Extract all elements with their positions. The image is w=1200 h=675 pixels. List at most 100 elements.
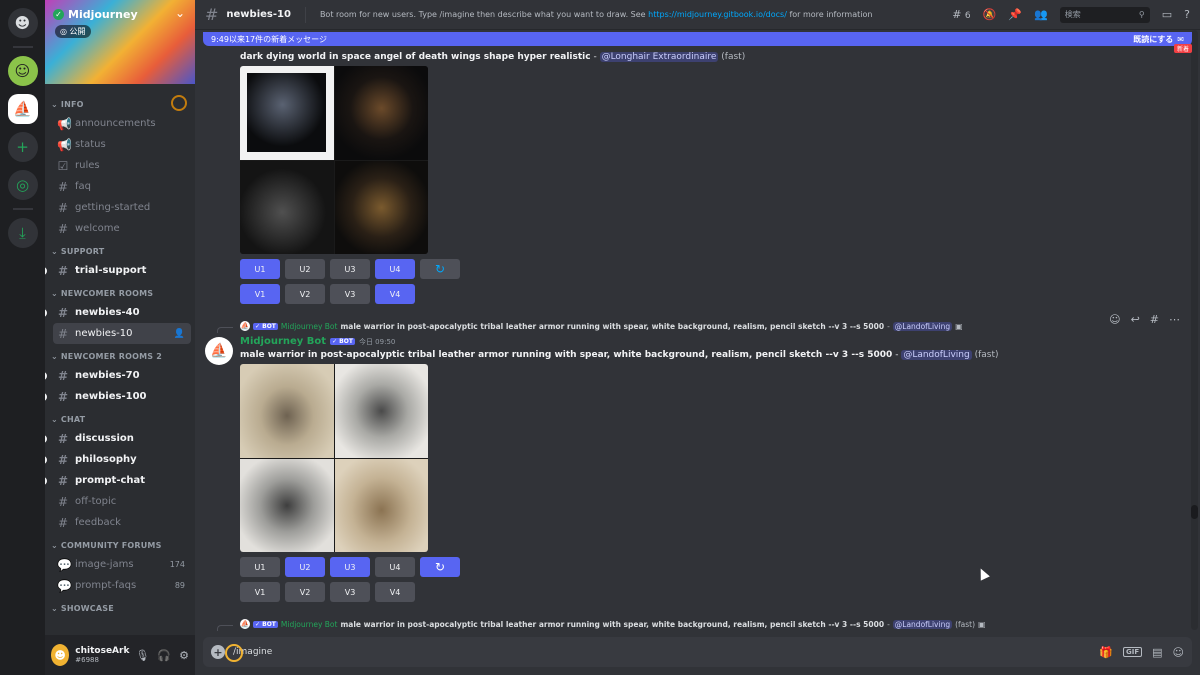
user-info[interactable]: chitoseArk #6988 [75, 646, 129, 665]
sidebar-item-newbies-40[interactable]: # newbies-40 [45, 302, 191, 323]
category-header[interactable]: ⌄ SUPPORT [45, 239, 195, 260]
grid-image-3[interactable] [240, 160, 334, 254]
variation-button-2[interactable]: V2 [285, 582, 325, 602]
grid-image-4[interactable] [334, 458, 428, 552]
inbox-icon[interactable]: ▭ [1162, 8, 1172, 21]
gift-icon[interactable]: 🎁 [1099, 646, 1113, 659]
user-mention[interactable]: @LandofLiving [901, 350, 972, 360]
sidebar-item-feedback[interactable]: # feedback [53, 512, 191, 533]
reply-reference[interactable]: ⛵ ✓ BOT Midjourney Bot male warrior in p… [240, 619, 986, 629]
message-input[interactable]: /imagine [224, 644, 1091, 662]
reply-author[interactable]: Midjourney Bot [281, 322, 338, 331]
sidebar-item-off-topic[interactable]: # off-topic [53, 491, 191, 512]
sidebar-item-newbies-100[interactable]: # newbies-100 [45, 386, 191, 407]
sidebar-item-philosophy[interactable]: # philosophy [45, 449, 191, 470]
category-header[interactable]: ⌄ CHAT [45, 407, 195, 428]
server-banner[interactable]: ✓ Midjourney ⌄ ◎ 公開 [45, 0, 195, 84]
message-author[interactable]: Midjourney Bot [240, 336, 326, 347]
scrollbar[interactable] [1191, 30, 1198, 630]
image-grid[interactable] [240, 66, 428, 254]
midjourney-server-icon[interactable]: ⛵ [7, 94, 38, 124]
variation-button-4[interactable]: V4 [375, 284, 415, 304]
upscale-button-2[interactable]: U2 [285, 557, 325, 577]
variation-button-2[interactable]: V2 [285, 284, 325, 304]
upscale-button-3[interactable]: U3 [330, 259, 370, 279]
variation-button-1[interactable]: V1 [240, 284, 280, 304]
reply-reference[interactable]: ⛵ ✓ BOT Midjourney Bot male warrior in p… [240, 321, 963, 331]
upscale-button-1[interactable]: U1 [240, 557, 280, 577]
member-list-icon[interactable]: 👥 [1034, 8, 1048, 21]
topic-link[interactable]: https://midjourney.gitbook.io/docs/ [648, 10, 787, 19]
reply-mention[interactable]: @LandofLiving [892, 321, 953, 331]
sidebar-item-status[interactable]: 📢 status [53, 134, 191, 155]
sidebar-item-prompt-chat[interactable]: # prompt-chat [45, 470, 191, 491]
image-grid[interactable] [240, 364, 428, 552]
sidebar-item-rules[interactable]: ☑ rules [53, 155, 191, 176]
avatar[interactable]: ☻ [51, 644, 70, 666]
reply-icon[interactable]: ↩ [1131, 313, 1140, 326]
explore-servers-icon[interactable]: ◎ [7, 170, 38, 200]
category-header[interactable]: ⌄ NEWCOMER ROOMS 2 [45, 344, 195, 365]
user-mention[interactable]: @Longhair Extraordinaire [599, 52, 719, 62]
grid-image-1[interactable] [240, 364, 334, 458]
upscale-button-3[interactable]: U3 [330, 557, 370, 577]
category-header[interactable]: ⌄ INFO [45, 92, 195, 113]
variation-button-4[interactable]: V4 [375, 582, 415, 602]
reply-author[interactable]: Midjourney Bot [281, 620, 338, 629]
sidebar-item-faq[interactable]: # faq [53, 176, 191, 197]
threads-button[interactable]: # 6 [952, 8, 970, 21]
sidebar-item-trial-support[interactable]: # trial-support [45, 260, 191, 281]
gear-icon[interactable]: ⚙ [179, 649, 189, 662]
grid-image-1[interactable] [240, 66, 334, 160]
variation-button-3[interactable]: V3 [330, 284, 370, 304]
headphones-icon[interactable]: 🎧 [157, 649, 171, 662]
invite-icon[interactable]: 👤 [174, 329, 185, 339]
grid-image-3[interactable] [240, 458, 334, 552]
sidebar-item-newbies-10[interactable]: # newbies-10 👤 [53, 323, 191, 344]
search-input[interactable]: 検索 ⚲ [1059, 6, 1150, 23]
sidebar-item-newbies-70[interactable]: # newbies-70 [45, 365, 191, 386]
green-face-server-icon[interactable]: ☺ [7, 56, 38, 86]
sidebar-item-announcements[interactable]: 📢 announcements [53, 113, 191, 134]
avatar[interactable]: ⛵ [205, 337, 233, 365]
discord-home-icon[interactable]: ☻ [7, 8, 38, 38]
attach-plus-icon[interactable]: + [211, 645, 225, 659]
chevron-down-icon[interactable]: ⌄ [175, 6, 185, 20]
download-apps-icon[interactable]: ⤓ [7, 218, 38, 248]
reroll-icon[interactable]: ↻ [420, 557, 460, 577]
grid-image-2[interactable] [334, 364, 428, 458]
mute-icon[interactable]: 🎙 [135, 649, 149, 662]
upscale-button-1[interactable]: U1 [240, 259, 280, 279]
upscale-button-4[interactable]: U4 [375, 557, 415, 577]
gif-icon[interactable]: GIF [1122, 647, 1143, 657]
sidebar-item-prompt-faqs[interactable]: 💬 prompt-faqs 89 [53, 575, 191, 596]
help-icon[interactable]: ? [1184, 8, 1190, 21]
new-messages-bar[interactable]: 9:49以来17件の新着メッセージ 既読にする ✉ [203, 32, 1192, 46]
notification-settings-icon[interactable]: 🔕 [983, 8, 997, 21]
server-name[interactable]: ✓ Midjourney [53, 8, 138, 21]
pinned-messages-icon[interactable]: 📌 [1008, 8, 1022, 21]
variation-button-1[interactable]: V1 [240, 582, 280, 602]
add-server-icon[interactable]: + [7, 132, 38, 162]
sidebar-item-discussion[interactable]: # discussion [45, 428, 191, 449]
category-header[interactable]: ⌄ COMMUNITY FORUMS [45, 533, 195, 554]
sticker-icon[interactable]: ▤ [1152, 646, 1162, 659]
reroll-icon[interactable]: ↻ [420, 259, 460, 279]
add-reaction-icon[interactable]: ☺ [1109, 313, 1120, 326]
upscale-button-4[interactable]: U4 [375, 259, 415, 279]
reply-mention[interactable]: @LandofLiving [892, 619, 953, 629]
emoji-icon[interactable]: ☺ [1173, 646, 1184, 659]
sidebar-item-image-jams[interactable]: 💬 image-jams 174 [53, 554, 191, 575]
category-header[interactable]: ⌄ SHOWCASE [45, 596, 195, 617]
mark-as-read-button[interactable]: 既読にする ✉ [1133, 34, 1184, 45]
scrollbar-thumb[interactable] [1191, 505, 1198, 519]
sidebar-item-getting-started[interactable]: # getting-started [53, 197, 191, 218]
category-header[interactable]: ⌄ NEWCOMER ROOMS [45, 281, 195, 302]
sidebar-item-welcome[interactable]: # welcome [53, 218, 191, 239]
more-icon[interactable]: ⋯ [1169, 313, 1180, 326]
grid-image-2[interactable] [334, 66, 428, 160]
upscale-button-2[interactable]: U2 [285, 259, 325, 279]
create-thread-icon[interactable]: # [1150, 313, 1159, 326]
grid-image-4[interactable] [334, 160, 428, 254]
variation-button-3[interactable]: V3 [330, 582, 370, 602]
